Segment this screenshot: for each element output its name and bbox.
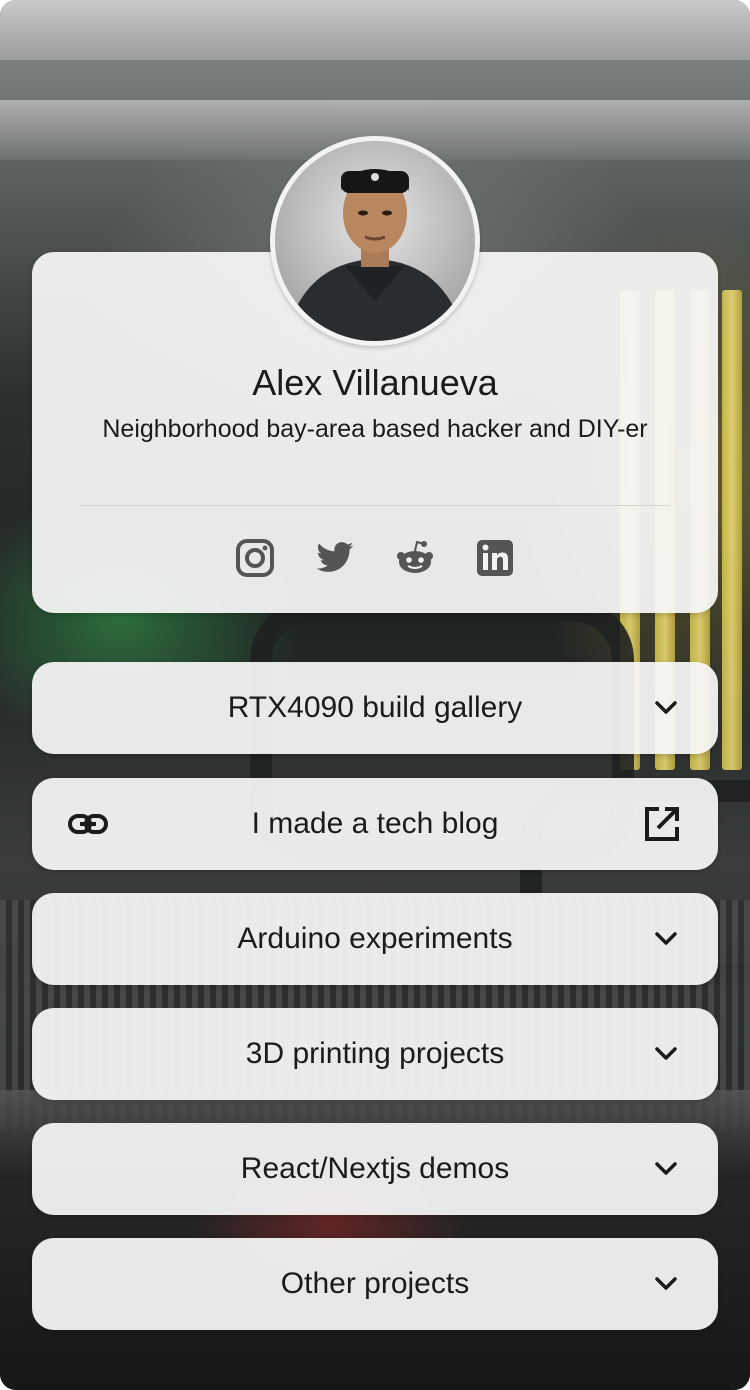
link-label: RTX4090 build gallery [227, 691, 523, 724]
chevron-down-icon [655, 1162, 677, 1175]
divider [80, 505, 670, 506]
chevron-down-icon [655, 1047, 677, 1060]
accordion-react-nextjs-demos[interactable]: React/Nextjs demos [32, 1123, 718, 1215]
instagram-icon[interactable] [235, 538, 275, 578]
external-link-icon [645, 807, 679, 841]
accordion-arduino-experiments[interactable]: Arduino experiments [32, 893, 718, 985]
profile-name: Alex Villanueva [252, 362, 498, 403]
link-label: I made a tech blog [251, 807, 499, 840]
link-label: React/Nextjs demos [240, 1152, 510, 1185]
avatar-photo [275, 141, 475, 341]
accordion-rtx4090-gallery[interactable]: RTX4090 build gallery [32, 662, 718, 754]
link-label: Other projects [280, 1267, 470, 1300]
chevron-down-icon [655, 701, 677, 714]
profile-bio: Neighborhood bay-area based hacker and D… [102, 415, 648, 443]
chevron-down-icon [655, 1277, 677, 1290]
accordion-other-projects[interactable]: Other projects [32, 1238, 718, 1330]
avatar [270, 136, 480, 346]
link-label: Arduino experiments [237, 922, 513, 955]
social-links [32, 538, 718, 578]
link-in-bio-page: Alex Villanueva Neighborhood bay-area ba… [0, 0, 750, 1390]
link-tech-blog[interactable]: I made a tech blog [32, 778, 718, 870]
reddit-icon[interactable] [395, 538, 435, 578]
accordion-3d-printing-projects[interactable]: 3D printing projects [32, 1008, 718, 1100]
link-label: 3D printing projects [245, 1037, 505, 1070]
chevron-down-icon [655, 932, 677, 945]
linkedin-icon[interactable] [475, 538, 515, 578]
twitter-icon[interactable] [315, 538, 355, 578]
